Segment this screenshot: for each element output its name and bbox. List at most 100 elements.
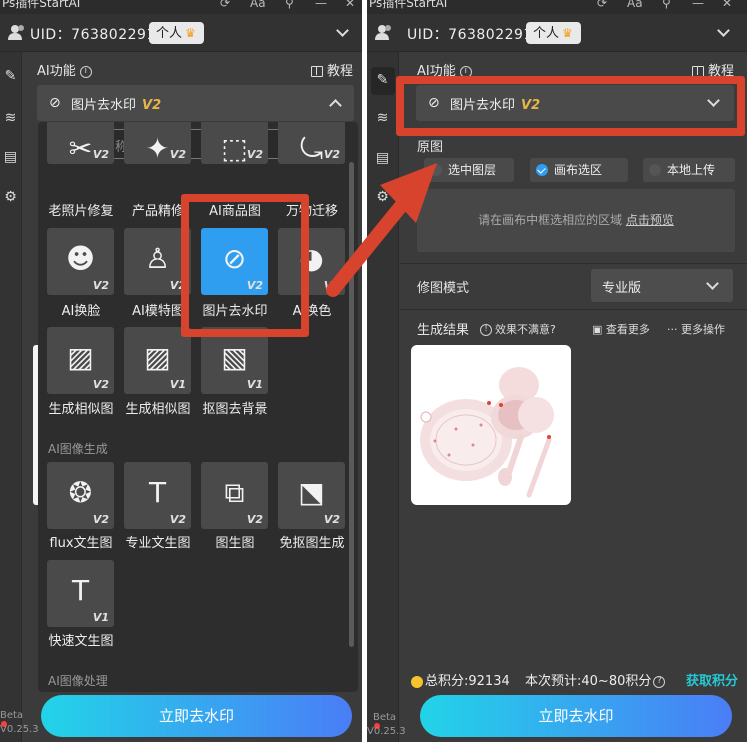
account-type-badge: 个人 ♛: [526, 22, 581, 44]
preview-link[interactable]: 点击预览: [626, 213, 674, 227]
uid-text: UID：763802291: [407, 27, 533, 43]
document-icon[interactable]: ▤: [367, 150, 398, 166]
document-icon[interactable]: ▤: [0, 149, 21, 165]
more-actions-link[interactable]: ··· 更多操作: [667, 321, 725, 337]
tile-label: AI换脸: [61, 304, 101, 319]
points-footer: 总积分:92134 本次预计:40~80积分? 获取积分: [400, 665, 747, 693]
layers-icon[interactable]: ≋: [367, 110, 398, 126]
tile-label: 抠图去背景: [202, 402, 268, 417]
tile-transfer[interactable]: ⤿ V2: [278, 122, 345, 164]
tile-restore[interactable]: ✂ V2: [47, 122, 114, 164]
similar-image-icon: ▨: [67, 341, 94, 374]
tile-similar-image[interactable]: ▨ V2: [47, 327, 114, 394]
get-points-link[interactable]: 获取积分: [686, 670, 738, 689]
version-label: V1: [246, 378, 263, 391]
mode-label: 修图模式: [417, 281, 470, 296]
tile-product-image[interactable]: ⬚ V2: [201, 122, 268, 164]
edit-icon[interactable]: ✎: [0, 68, 21, 84]
version-label: V2: [246, 513, 263, 526]
font-size-icon[interactable]: Aa: [250, 0, 266, 9]
font-size-icon[interactable]: Aa: [627, 0, 643, 9]
tile-image-to-image[interactable]: ⧉ V2: [201, 462, 268, 529]
layers-icon[interactable]: ≋: [0, 110, 21, 126]
result-label: 生成结果: [417, 323, 470, 338]
tile-label: 免抠图生成: [279, 536, 345, 551]
tile-text-to-image[interactable]: T V2: [124, 462, 191, 529]
tutorial-link[interactable]: 教程: [311, 60, 353, 79]
version-label: V2: [169, 513, 186, 526]
remove-watermark-button[interactable]: 立即去水印: [420, 695, 732, 737]
edit-icon[interactable]: ✎: [367, 72, 398, 88]
version-label: V2: [169, 148, 186, 161]
mode-value: 专业版: [602, 281, 642, 296]
version-label: V1: [169, 378, 186, 391]
no-cutout-icon: ⬔: [298, 476, 325, 509]
chevron-down-icon[interactable]: [717, 24, 730, 37]
divider: [400, 263, 747, 264]
version-label: V2: [246, 148, 263, 161]
category-generation: AI图像生成: [48, 442, 108, 456]
option-local-upload[interactable]: 本地上传: [643, 158, 735, 182]
crown-icon: ♛: [185, 26, 196, 40]
info-icon: ?: [653, 675, 666, 688]
face-swap-icon: ☻: [65, 242, 96, 275]
option-canvas-selection[interactable]: 画布选区: [530, 158, 628, 182]
mode-select[interactable]: 专业版: [591, 269, 733, 302]
settings-icon[interactable]: ⚙: [367, 189, 398, 205]
tile-flux[interactable]: ❂ V2: [47, 462, 114, 529]
minimize-icon[interactable]: —: [692, 0, 704, 9]
account-bar[interactable]: UID：763802291 个人 ♛: [0, 14, 362, 52]
refresh-icon[interactable]: ⟳: [220, 0, 230, 9]
version-label: V0.25.3: [367, 726, 406, 737]
close-icon[interactable]: ✕: [345, 0, 355, 9]
pin-icon[interactable]: ⚲: [285, 0, 294, 9]
cutout-icon: ▧: [221, 341, 248, 374]
tile-cutout[interactable]: ▧ V1: [201, 327, 268, 394]
divider: [400, 309, 747, 310]
watermark-remove-icon: ⊘: [49, 95, 61, 111]
close-icon[interactable]: ✕: [722, 0, 732, 9]
selection-area[interactable]: 请在画布中框选相应的区域 点击预览: [417, 189, 735, 252]
title-bar: Ps插件StartAI ⟳ Aa ⚲ — ✕: [367, 0, 747, 14]
refresh-icon[interactable]: ⟳: [597, 0, 607, 9]
tile-no-cutout[interactable]: ⬔ V2: [278, 462, 345, 529]
tile-label: 快速文生图: [48, 634, 114, 649]
tile-label: 图生图: [215, 536, 255, 551]
version-label: V2: [92, 513, 109, 526]
title-bar: Ps插件StartAI ⟳ Aa ⚲ — ✕: [0, 0, 362, 14]
chevron-up-icon: [329, 99, 342, 112]
version-label: V1: [92, 611, 109, 624]
account-bar[interactable]: UID：763802291 个人 ♛: [367, 14, 747, 52]
left-panel: Ps插件StartAI ⟳ Aa ⚲ — ✕ UID：763802291 个人 ♛…: [0, 0, 362, 742]
sidebar: ✎ ≋ ▤ ⚙ Beta V0.25.3: [367, 52, 406, 742]
tile-retouch[interactable]: ✦ V2: [124, 122, 191, 164]
image-to-image-icon: ⧉: [224, 476, 245, 509]
points-estimate: 本次预计:40~80积分?: [525, 670, 666, 689]
result-thumbnail[interactable]: [411, 345, 571, 505]
section-title: AI功能 i: [37, 60, 92, 79]
chevron-down-icon[interactable]: [336, 24, 349, 37]
tile-text-to-image[interactable]: T V1: [47, 560, 114, 627]
similar-image-icon: ▨: [144, 341, 171, 374]
settings-icon[interactable]: ⚙: [0, 189, 21, 205]
tile-face-swap[interactable]: ☻ V2: [47, 228, 114, 295]
feature-select[interactable]: ⊘ 图片去水印 V2: [37, 85, 354, 121]
tile-similar-image[interactable]: ▨ V1: [124, 327, 191, 394]
minimize-icon[interactable]: —: [315, 0, 327, 9]
pin-icon[interactable]: ⚲: [662, 0, 671, 9]
source-label: 原图: [417, 140, 444, 155]
window-title: Ps插件StartAI: [369, 0, 448, 10]
remove-watermark-button[interactable]: 立即去水印: [41, 695, 352, 737]
option-selected-layer[interactable]: 选中图层: [424, 158, 514, 182]
radio-checked-icon: [536, 164, 548, 176]
tile-label: 专业文生图: [125, 536, 191, 551]
ellipsis-icon: ···: [667, 323, 681, 336]
points-total: 总积分:92134: [411, 670, 510, 689]
feedback-link[interactable]: ! 效果不满意?: [480, 321, 556, 337]
sidebar: ✎ ≋ ▤ ⚙ Beta V0.25.3: [0, 52, 39, 742]
scrollbar[interactable]: [349, 162, 354, 647]
uid-text: UID：763802291: [30, 27, 156, 43]
version-label: V0.25.3: [0, 724, 39, 735]
view-more-link[interactable]: ▣ 查看更多: [592, 321, 650, 337]
text-to-image-icon: T: [71, 574, 90, 607]
